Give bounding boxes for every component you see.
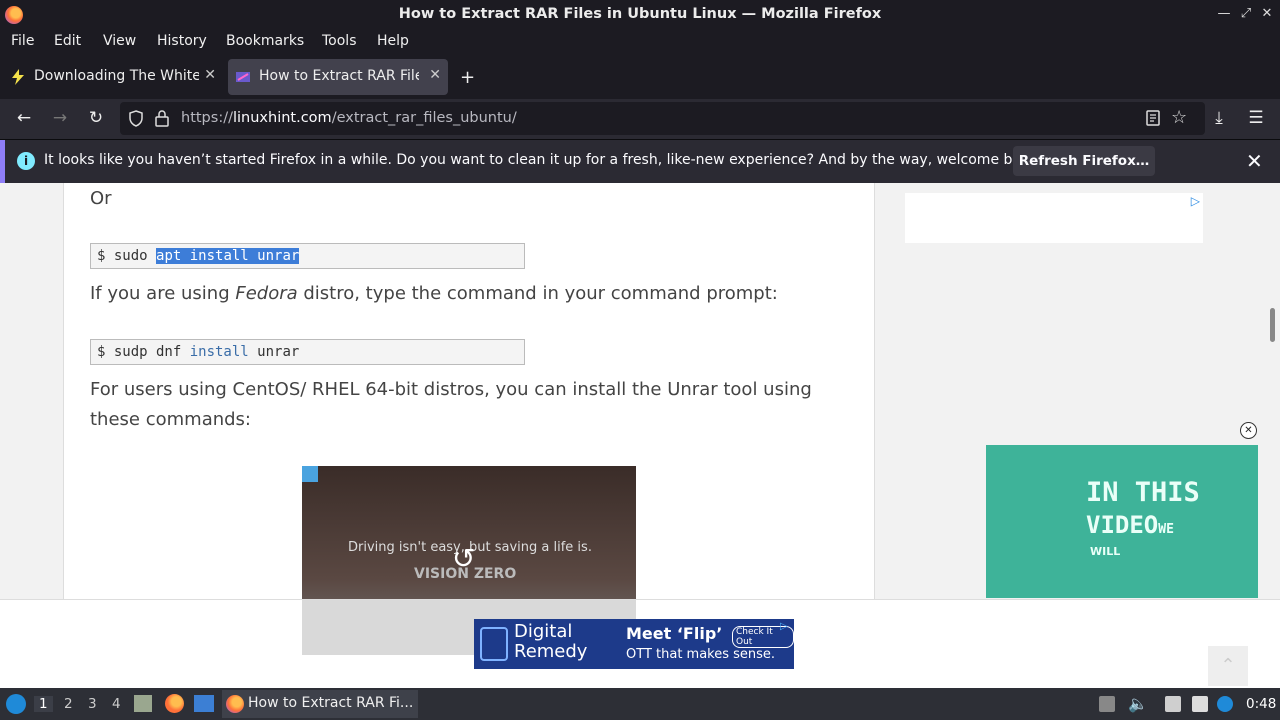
adchoices-icon[interactable]: ▷ (780, 621, 788, 632)
menu-bookmarks[interactable]: Bookmarks (226, 33, 304, 49)
notification-accent (0, 140, 5, 184)
notification-bar: i It looks like you haven’t started Fire… (0, 139, 1280, 184)
back-icon[interactable]: ← (12, 108, 36, 128)
code-block-apt[interactable]: $ sudo apt install unrar (90, 243, 525, 269)
menu-help[interactable]: Help (377, 33, 409, 49)
terminal-icon[interactable] (194, 695, 214, 712)
ad-title: Meet ‘Flip’ (626, 624, 723, 643)
fedora-paragraph: If you are using Fedora distro, type the… (90, 279, 778, 309)
side-video-ad[interactable]: IN THIS VIDEOWE WILL (986, 445, 1258, 598)
clipboard-icon[interactable] (1099, 696, 1115, 712)
os-taskbar: 1 2 3 4 How to Extract RAR Fi... 🔈 0:48 (0, 688, 1280, 720)
navigation-bar: ← → ↻ https://linuxhint.com/extract_rar_… (0, 99, 1280, 139)
firefox-icon (226, 695, 244, 713)
replay-icon[interactable]: ↺ (452, 542, 475, 575)
forward-icon[interactable]: → (48, 108, 72, 128)
scroll-to-top-button[interactable]: ⌃ (1208, 646, 1248, 686)
adchoices-icon[interactable]: ▷ (1191, 194, 1200, 208)
side-ad-line2-text: VIDEO (1086, 511, 1159, 539)
fedora-text-before: If you are using (90, 283, 236, 304)
side-ad-line1: IN THIS (1086, 477, 1200, 508)
page-scrollbar-thumb[interactable] (1270, 308, 1275, 342)
shield-icon[interactable] (128, 110, 144, 127)
bookmark-star-icon[interactable]: ☆ (1171, 107, 1187, 128)
tab-extract-rar[interactable]: How to Extract RAR Files ✕ (228, 59, 448, 95)
digital-remedy-ad[interactable]: Digital Remedy Meet ‘Flip’ OTT that make… (474, 619, 794, 669)
window-title: How to Extract RAR Files in Ubuntu Linux… (398, 6, 882, 22)
ad-marker-icon (302, 466, 318, 482)
start-menu-icon[interactable] (6, 694, 26, 714)
update-notifier-icon[interactable] (1217, 696, 1233, 712)
refresh-firefox-button[interactable]: Refresh Firefox… (1013, 146, 1155, 176)
taskbar-clock: 0:48 (1246, 696, 1277, 712)
lightning-icon (12, 69, 24, 85)
url-text[interactable]: https://linuxhint.com/extract_rar_files_… (181, 110, 517, 126)
taskbar-app-title: How to Extract RAR Fi... (248, 695, 414, 711)
url-bar[interactable]: https://linuxhint.com/extract_rar_files_… (120, 102, 1205, 135)
firefox-launcher-icon[interactable] (165, 694, 184, 713)
side-ad-line2-small: WE (1158, 522, 1174, 537)
notification-close-icon[interactable]: ✕ (1246, 149, 1263, 173)
window-titlebar: How to Extract RAR Files in Ubuntu Linux… (0, 0, 1280, 29)
tab-bar: Downloading The White Ho ✕ How to Extrac… (0, 55, 1280, 99)
minimize-icon[interactable]: — (1215, 5, 1233, 23)
url-path: /extract_rar_files_ubuntu/ (331, 110, 517, 126)
volume-icon[interactable]: 🔈 (1128, 694, 1148, 713)
url-prefix: https:// (181, 110, 233, 126)
url-domain: linuxhint.com (232, 110, 332, 126)
side-ad-line2: VIDEOWE (1086, 511, 1174, 539)
workspace-2[interactable]: 2 (64, 696, 73, 712)
workspace-1[interactable]: 1 (34, 696, 53, 712)
menu-view[interactable]: View (103, 33, 136, 49)
close-icon[interactable]: ✕ (1258, 5, 1276, 23)
tab-title: Downloading The White Ho (34, 68, 199, 84)
display-icon[interactable] (1192, 696, 1208, 712)
hamburger-menu-icon[interactable]: ☰ (1244, 108, 1268, 128)
file-manager-icon[interactable] (134, 695, 152, 712)
fedora-emphasis: Fedora (235, 283, 298, 304)
lock-icon[interactable] (155, 110, 169, 127)
taskbar-app-firefox[interactable]: How to Extract RAR Fi... (222, 690, 418, 718)
or-text: Or (90, 188, 112, 209)
tab-title: How to Extract RAR Files (259, 68, 419, 84)
selected-code-text: apt install unrar (156, 248, 300, 264)
code-keyword: install (189, 344, 249, 360)
code-rest: unrar (248, 344, 300, 360)
restore-icon[interactable]: ⤢ (1237, 5, 1255, 23)
notification-message: It looks like you haven’t started Firefo… (44, 152, 1043, 168)
top-sidebar-ad[interactable]: ▷ (905, 193, 1203, 243)
tab-downloading[interactable]: Downloading The White Ho ✕ (3, 59, 223, 95)
digital-remedy-logo-icon (480, 627, 508, 661)
reader-view-icon[interactable] (1146, 110, 1160, 126)
menu-bar: File Edit View History Bookmarks Tools H… (0, 29, 1280, 55)
fedora-text-after: distro, type the command in your command… (297, 283, 778, 304)
code-prefix: $ sudo (97, 248, 157, 264)
workspace-4[interactable]: 4 (112, 696, 121, 712)
new-tab-icon[interactable]: + (460, 67, 475, 88)
ad-subtitle: OTT that makes sense. (626, 647, 776, 662)
reload-icon[interactable]: ↻ (84, 108, 108, 128)
linuxhint-favicon-icon (236, 72, 250, 82)
code-block-dnf[interactable]: $ sudp dnf install unrar (90, 339, 525, 365)
menu-history[interactable]: History (157, 33, 207, 49)
downloads-icon[interactable]: ⤓ (1207, 108, 1231, 128)
code-prefix: $ sudp dnf (97, 344, 190, 360)
centos-paragraph-line1: For users using CentOS/ RHEL 64-bit dist… (90, 379, 812, 400)
tab-close-icon[interactable]: ✕ (204, 67, 216, 83)
side-ad-line3: WILL (1090, 545, 1121, 558)
tab-close-icon[interactable]: ✕ (429, 67, 441, 83)
menu-edit[interactable]: Edit (54, 33, 81, 49)
ad-close-icon[interactable]: ✕ (1240, 422, 1257, 439)
menu-file[interactable]: File (11, 33, 34, 49)
ad-brand: Digital Remedy (514, 621, 588, 662)
workspace-3[interactable]: 3 (88, 696, 97, 712)
notes-icon[interactable] (1165, 696, 1181, 712)
centos-paragraph-line2: these commands: (90, 409, 251, 430)
menu-tools[interactable]: Tools (322, 33, 357, 49)
bottom-ad-bar: Digital Remedy Meet ‘Flip’ OTT that make… (0, 599, 1280, 688)
info-icon: i (17, 152, 35, 170)
